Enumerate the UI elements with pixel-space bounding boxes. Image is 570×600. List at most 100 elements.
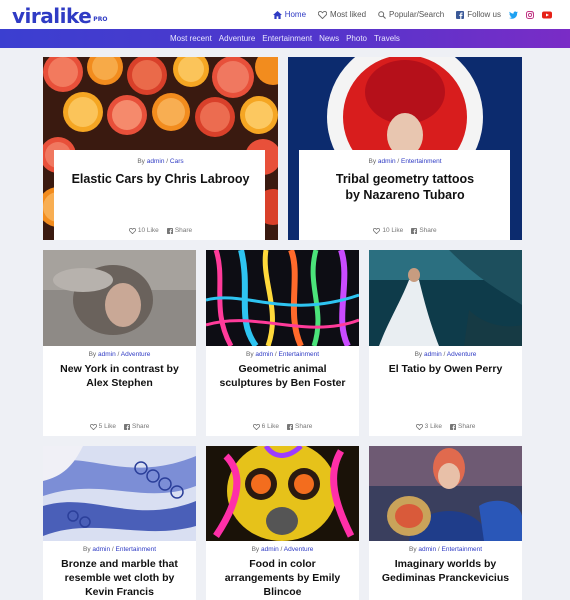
post-card[interactable]: By admin / Adventure El Tatio by Owen Pe… [369,250,522,436]
like-button[interactable]: 10 Like [128,227,159,234]
nav-home[interactable]: Home [272,10,306,19]
nav-most-liked-label: Most liked [330,10,367,19]
nav-most-liked[interactable]: Most liked [318,10,366,19]
like-count: 10 [382,227,390,234]
post-meta-by: By [368,158,377,165]
like-button[interactable]: 3 Like [415,423,442,430]
post-author-link[interactable]: admin [418,546,436,553]
like-count: 3 [424,423,429,430]
post-card[interactable]: By admin / Adventure Food in color arran… [206,446,359,600]
logo-wordmark: viralike [12,4,92,28]
post-meta: By admin / Entertainment [206,351,359,358]
post-image-painted-portrait[interactable] [369,446,522,541]
post-meta-by: By [82,546,91,553]
post-category-link[interactable]: Adventure [284,546,314,553]
post-title[interactable]: New York in contrast by Alex Stephen [51,362,188,390]
post-title[interactable]: Imaginary worlds by Gediminas Pranckevic… [377,557,514,585]
post-actions: 3 Like Share [369,423,522,430]
site-header: viralike PRO Home Most liked Popular/Sea… [0,0,570,29]
category-travels[interactable]: Travels [374,34,400,43]
facebook-icon [411,227,418,234]
post-meta-by: By [414,351,423,358]
heart-icon [373,227,381,234]
post-category-link[interactable]: Adventure [121,351,151,358]
post-author-link[interactable]: admin [261,546,279,553]
instagram-icon[interactable] [526,10,534,19]
search-icon [378,10,386,19]
facebook-icon [124,423,130,430]
post-meta-by: By [251,546,260,553]
site-logo[interactable]: viralike PRO [12,4,107,26]
home-icon [272,10,282,19]
category-news[interactable]: News [319,34,339,43]
post-title[interactable]: Elastic Cars by Chris Labrooy [51,171,270,187]
share-label: Share [132,423,150,430]
post-category-link[interactable]: Cars [170,158,184,165]
like-button[interactable]: 5 Like [89,423,116,430]
post-meta: By admin / Adventure [206,546,359,553]
facebook-icon [450,423,456,430]
post-meta-separator: / [166,158,169,165]
post-author-link[interactable]: admin [378,158,396,165]
nav-follow-us[interactable]: Follow us [456,10,501,19]
post-meta-by: By [245,351,254,358]
post-category-link[interactable]: Entertainment [279,351,319,358]
share-label: Share [419,227,437,234]
post-category-link[interactable]: Entertainment [116,546,156,553]
like-count: 10 [137,227,146,234]
heart-icon [415,423,423,430]
post-image-gas-mask[interactable] [206,446,359,541]
category-adventure[interactable]: Adventure [219,34,255,43]
post-image-paint-drips[interactable] [206,250,359,346]
heart-icon [318,10,328,19]
post-card[interactable]: By admin / Adventure New York in contras… [43,250,196,436]
post-author-link[interactable]: admin [255,351,273,358]
share-button[interactable]: Share [450,423,475,430]
like-button[interactable]: 6 Like [252,423,279,430]
share-button[interactable]: Share [166,227,193,234]
post-image-blurred-portrait[interactable] [43,250,196,346]
post-category-link[interactable]: Adventure [447,351,477,358]
category-most-recent[interactable]: Most recent [170,34,212,43]
twitter-icon[interactable] [509,10,518,19]
post-author-link[interactable]: admin [92,546,110,553]
nav-popular-label: Popular/Search [389,10,445,19]
post-image-underwater[interactable] [369,250,522,346]
share-label: Share [174,227,193,234]
share-button[interactable]: Share [124,423,149,430]
post-title[interactable]: Tribal geometry tattoos by Nazareno Tuba… [328,171,482,203]
category-photo[interactable]: Photo [346,34,367,43]
post-title[interactable]: Geometric animal sculptures by Ben Foste… [214,362,351,390]
post-image-lace-fabric[interactable] [43,446,196,541]
post-meta-separator: / [274,351,277,358]
post-meta: By admin / Adventure [369,351,522,358]
post-title[interactable]: El Tatio by Owen Perry [377,362,514,376]
post-title[interactable]: Food in color arrangements by Emily Blin… [214,557,351,599]
like-label: Like [267,423,279,430]
post-author-link[interactable]: admin [147,158,165,165]
post-card[interactable]: By admin / Entertainment Tribal geometry… [288,57,522,240]
logo-badge: PRO [93,16,108,23]
post-category-link[interactable]: Entertainment [401,158,441,165]
post-meta: By admin / Entertainment [369,546,522,553]
post-author-link[interactable]: admin [98,351,116,358]
like-button[interactable]: 10 Like [373,227,403,234]
category-entertainment[interactable]: Entertainment [262,34,312,43]
post-meta-separator: / [397,158,400,165]
post-card[interactable]: By admin / Entertainment Geometric anima… [206,250,359,436]
share-button[interactable]: Share [411,227,437,234]
post-meta-separator: / [443,351,446,358]
post-title[interactable]: Bronze and marble that resemble wet clot… [51,557,188,599]
post-card[interactable]: By admin / Entertainment Bronze and marb… [43,446,196,600]
post-meta-separator: / [280,546,283,553]
post-category-link[interactable]: Entertainment [442,546,482,553]
post-card[interactable]: By admin / Entertainment Imaginary world… [369,446,522,600]
nav-follow-label: Follow us [467,10,501,19]
youtube-icon[interactable] [542,11,552,19]
facebook-icon [456,10,465,19]
share-button[interactable]: Share [287,423,312,430]
post-author-link[interactable]: admin [424,351,442,358]
nav-popular-search[interactable]: Popular/Search [378,10,444,19]
post-meta: By admin / Adventure [43,351,196,358]
post-card[interactable]: By admin / Cars Elastic Cars by Chris La… [43,57,278,240]
